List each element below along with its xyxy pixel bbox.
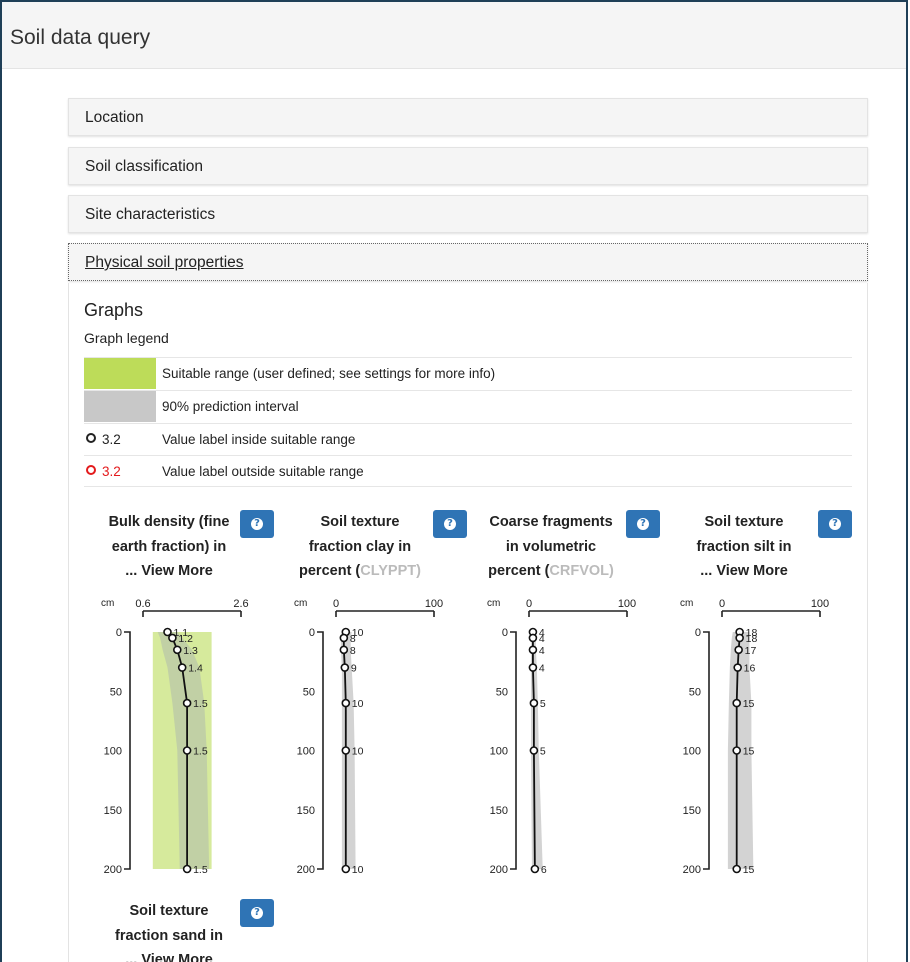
chart-title-line: Soil texture [704, 514, 784, 530]
legend-row-prediction: 90% prediction interval [84, 390, 852, 422]
chart-title-line: earth fraction) in [111, 538, 227, 555]
question-icon: ? [637, 518, 649, 530]
panel-site-characteristics[interactable]: Site characteristics [68, 195, 868, 233]
chart-title-code: CLYPPT) [360, 563, 421, 579]
panel-physical-soil-properties-label: Physical soil properties [85, 254, 244, 271]
legend-row-inside: 3.2 Value label inside suitable range [84, 423, 852, 455]
circle-marker-icon [86, 465, 96, 475]
chart-title-line: Soil texture [129, 903, 209, 919]
legend-row-suitable: Suitable range (user defined; see settin… [84, 357, 852, 389]
window-title: Soil data query [10, 26, 151, 49]
value-marker-inside: 3.2 [86, 432, 121, 447]
graph-legend-heading: Graph legend [84, 330, 169, 346]
legend-row-outside: 3.2 Value label outside suitable range [84, 455, 852, 487]
chart-title-line: Coarse fragments [489, 514, 613, 530]
chart-title-sand: Soil texture fraction sand in ... View M… [94, 899, 244, 962]
view-more-link[interactable]: ... View More [94, 948, 244, 962]
chart-title-line: in volumetric [505, 538, 597, 555]
chart-title-line: fraction silt in [696, 538, 792, 555]
chart-title-line: fraction clay in [308, 538, 412, 555]
legend-label: Value label inside suitable range [162, 432, 356, 447]
legend-sample-value: 3.2 [102, 432, 121, 447]
chart-title-line: fraction sand in [115, 927, 223, 944]
question-icon: ? [251, 907, 263, 919]
help-button-silt[interactable]: ? [818, 510, 852, 538]
chart-title-clay: Soil texture fraction clay in percent (C… [285, 510, 435, 584]
circle-marker-icon [86, 433, 96, 443]
panel-soil-classification-label: Soil classification [85, 158, 204, 175]
question-icon: ? [251, 518, 263, 530]
value-marker-outside: 3.2 [86, 464, 121, 479]
chart-title-coarse-fragments: Coarse fragments in volumetric percent (… [476, 510, 626, 584]
chart-title-line: Soil texture [320, 514, 400, 530]
suitable-range-swatch [84, 358, 156, 389]
view-more-link[interactable]: ... View More [669, 559, 819, 584]
view-more-link[interactable]: ... View More [94, 559, 244, 584]
app-window: Soil data query Location Soil classifica… [0, 0, 908, 962]
chart-title-line: ... View More [125, 952, 213, 962]
panel-site-characteristics-label: Site characteristics [85, 206, 216, 223]
chart-title-text: percent ( [488, 563, 550, 579]
legend-sample-value: 3.2 [102, 464, 121, 479]
help-button-bulk-density[interactable]: ? [240, 510, 274, 538]
panel-location-label: Location [85, 109, 144, 126]
chart-title-code: CRFVOL) [549, 563, 614, 579]
chart-title-bulk-density: Bulk density (fine earth fraction) in ..… [94, 510, 244, 584]
legend-label: 90% prediction interval [162, 399, 299, 414]
legend-label: Suitable range (user defined; see settin… [162, 366, 496, 381]
graphs-heading: Graphs [84, 300, 144, 320]
help-button-coarse-fragments[interactable]: ? [626, 510, 660, 538]
chart-title-line: percent (CLYPPT) [285, 559, 435, 584]
chart-title-line: ... View More [125, 563, 213, 579]
chart-title-line: percent (CRFVOL) [476, 559, 626, 584]
panel-physical-soil-properties[interactable]: Physical soil properties [68, 243, 868, 281]
chart-title-line: Bulk density (fine [108, 514, 230, 530]
title-bar: Soil data query [2, 2, 906, 69]
panel-soil-classification[interactable]: Soil classification [68, 147, 868, 185]
help-button-clay[interactable]: ? [433, 510, 467, 538]
chart-title-silt: Soil texture fraction silt in ... View M… [669, 510, 819, 584]
prediction-interval-swatch [84, 391, 156, 422]
legend-label: Value label outside suitable range [162, 464, 364, 479]
chart-title-line: ... View More [700, 563, 788, 579]
chart-title-text: percent ( [299, 563, 361, 579]
help-button-sand[interactable]: ? [240, 899, 274, 927]
question-icon: ? [444, 518, 456, 530]
question-icon: ? [829, 518, 841, 530]
panel-location[interactable]: Location [68, 98, 868, 136]
